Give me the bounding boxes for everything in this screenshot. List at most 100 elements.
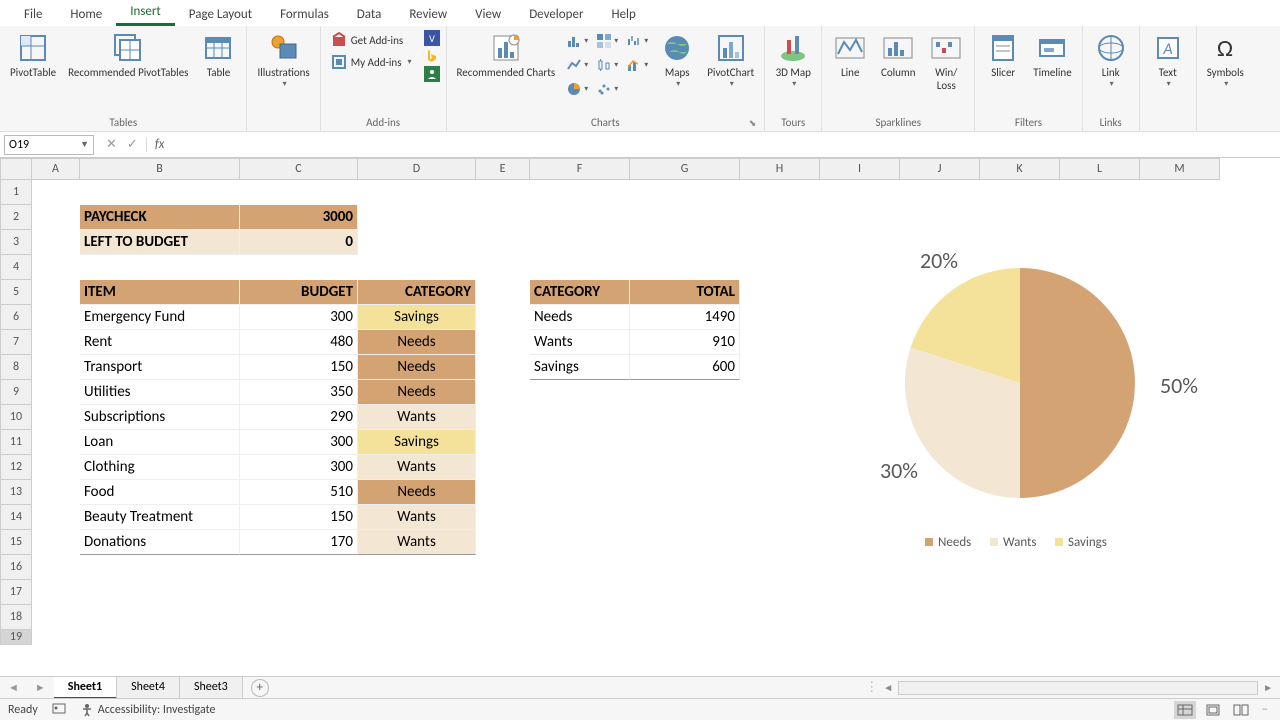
tab-developer[interactable]: Developer: [515, 3, 597, 26]
row-header-12[interactable]: 12: [0, 455, 32, 480]
link-button[interactable]: Link: [1089, 30, 1133, 91]
row-header-5[interactable]: 5: [0, 280, 32, 305]
cell-D10[interactable]: Wants: [358, 405, 476, 430]
cell-B13[interactable]: Food: [80, 480, 240, 505]
view-normal-button[interactable]: [1174, 701, 1196, 719]
cell-G5[interactable]: TOTAL: [630, 280, 740, 305]
text-button[interactable]: A Text: [1146, 30, 1190, 91]
sheet-nav-prev[interactable]: ◄: [0, 681, 27, 694]
spark-column-button[interactable]: Column: [876, 30, 920, 81]
spark-winloss-button[interactable]: Win/ Loss: [924, 30, 968, 94]
recommended-charts-button[interactable]: Recommended Charts: [453, 30, 560, 81]
name-box[interactable]: O19▼: [4, 135, 94, 155]
cell-G6[interactable]: 1490: [630, 305, 740, 330]
cell-B7[interactable]: Rent: [80, 330, 240, 355]
cell-D12[interactable]: Wants: [358, 455, 476, 480]
col-header-L[interactable]: L: [1060, 158, 1140, 180]
map3d-button[interactable]: 3D Map: [771, 30, 815, 91]
macro-record-icon[interactable]: [52, 701, 66, 719]
sheet-tab-sheet1[interactable]: Sheet1: [54, 677, 117, 699]
fx-icon[interactable]: fx: [147, 137, 173, 152]
formula-input[interactable]: [172, 136, 1280, 154]
col-header-H[interactable]: H: [740, 158, 820, 180]
row-header-9[interactable]: 9: [0, 380, 32, 405]
line-chart-button[interactable]: [563, 54, 591, 76]
charts-dialog-launcher[interactable]: ⬊: [749, 118, 757, 129]
col-header-F[interactable]: F: [530, 158, 630, 180]
row-header-17[interactable]: 17: [0, 580, 32, 605]
cell-D6[interactable]: Savings: [358, 305, 476, 330]
row-header-10[interactable]: 10: [0, 405, 32, 430]
col-header-M[interactable]: M: [1140, 158, 1220, 180]
col-header-J[interactable]: J: [900, 158, 980, 180]
select-all-corner[interactable]: [0, 158, 32, 180]
row-header-3[interactable]: 3: [0, 230, 32, 255]
row-header-6[interactable]: 6: [0, 305, 32, 330]
row-header-8[interactable]: 8: [0, 355, 32, 380]
pie-chart-button[interactable]: [563, 78, 591, 100]
col-header-K[interactable]: K: [980, 158, 1060, 180]
zoom-out-button[interactable]: −: [1258, 703, 1272, 717]
bing-icon[interactable]: [424, 48, 440, 64]
cell-C6[interactable]: 300: [240, 305, 358, 330]
cell-B15[interactable]: Donations: [80, 530, 240, 555]
cell-B5[interactable]: ITEM: [80, 280, 240, 305]
get-addins-button[interactable]: Get Add-ins: [327, 30, 416, 50]
cell-B2[interactable]: PAYCHECK: [80, 205, 240, 230]
symbols-button[interactable]: Ω Symbols: [1203, 30, 1248, 91]
visio-icon[interactable]: V: [424, 30, 440, 46]
row-header-4[interactable]: 4: [0, 255, 32, 280]
cell-C5[interactable]: BUDGET: [240, 280, 358, 305]
my-addins-button[interactable]: My Add-ins: [327, 52, 416, 72]
hscroll-left[interactable]: ◄: [880, 681, 896, 694]
people-icon[interactable]: [424, 66, 440, 82]
row-header-13[interactable]: 13: [0, 480, 32, 505]
cell-C13[interactable]: 510: [240, 480, 358, 505]
sheet-nav-next[interactable]: ►: [27, 681, 54, 694]
scatter-chart-button[interactable]: [593, 78, 621, 100]
col-header-I[interactable]: I: [820, 158, 900, 180]
col-header-D[interactable]: D: [358, 158, 476, 180]
cell-F5[interactable]: CATEGORY: [530, 280, 630, 305]
col-header-G[interactable]: G: [630, 158, 740, 180]
stat-chart-button[interactable]: [593, 54, 621, 76]
cell-B10[interactable]: Subscriptions: [80, 405, 240, 430]
cell-C3[interactable]: 0: [240, 230, 358, 255]
tab-data[interactable]: Data: [343, 3, 396, 26]
cell-G8[interactable]: 600: [630, 355, 740, 380]
cell-C8[interactable]: 150: [240, 355, 358, 380]
cell-D7[interactable]: Needs: [358, 330, 476, 355]
cell-C10[interactable]: 290: [240, 405, 358, 430]
enter-formula-button[interactable]: ✓: [127, 137, 138, 152]
cell-C11[interactable]: 300: [240, 430, 358, 455]
cell-B14[interactable]: Beauty Treatment: [80, 505, 240, 530]
table-button[interactable]: Table: [196, 30, 240, 81]
maps-button[interactable]: Maps: [655, 30, 699, 91]
col-header-B[interactable]: B: [80, 158, 240, 180]
cell-B8[interactable]: Transport: [80, 355, 240, 380]
row-header-2[interactable]: 2: [0, 205, 32, 230]
cell-C7[interactable]: 480: [240, 330, 358, 355]
add-sheet-button[interactable]: +: [251, 679, 269, 697]
tab-home[interactable]: Home: [56, 3, 116, 26]
cell-B9[interactable]: Utilities: [80, 380, 240, 405]
hscroll-track[interactable]: [898, 681, 1258, 695]
tab-insert[interactable]: Insert: [116, 0, 175, 26]
cell-B3[interactable]: LEFT TO BUDGET: [80, 230, 240, 255]
cell-D5[interactable]: CATEGORY: [358, 280, 476, 305]
cell-F6[interactable]: Needs: [530, 305, 630, 330]
sheet-tab-sheet4[interactable]: Sheet4: [117, 677, 180, 699]
pie-chart[interactable]: 20% 50% 30% Needs Wants Savings: [850, 253, 1210, 563]
col-header-E[interactable]: E: [476, 158, 530, 180]
view-page-layout-button[interactable]: [1202, 701, 1224, 719]
row-header-14[interactable]: 14: [0, 505, 32, 530]
tab-file[interactable]: File: [10, 3, 56, 26]
combo-chart-button[interactable]: [623, 54, 651, 76]
tab-page-layout[interactable]: Page Layout: [175, 3, 266, 26]
hierarchy-chart-button[interactable]: [593, 30, 621, 52]
cell-C14[interactable]: 150: [240, 505, 358, 530]
row-header-11[interactable]: 11: [0, 430, 32, 455]
cell-D14[interactable]: Wants: [358, 505, 476, 530]
cancel-formula-button[interactable]: ✕: [106, 137, 117, 152]
col-header-C[interactable]: C: [240, 158, 358, 180]
